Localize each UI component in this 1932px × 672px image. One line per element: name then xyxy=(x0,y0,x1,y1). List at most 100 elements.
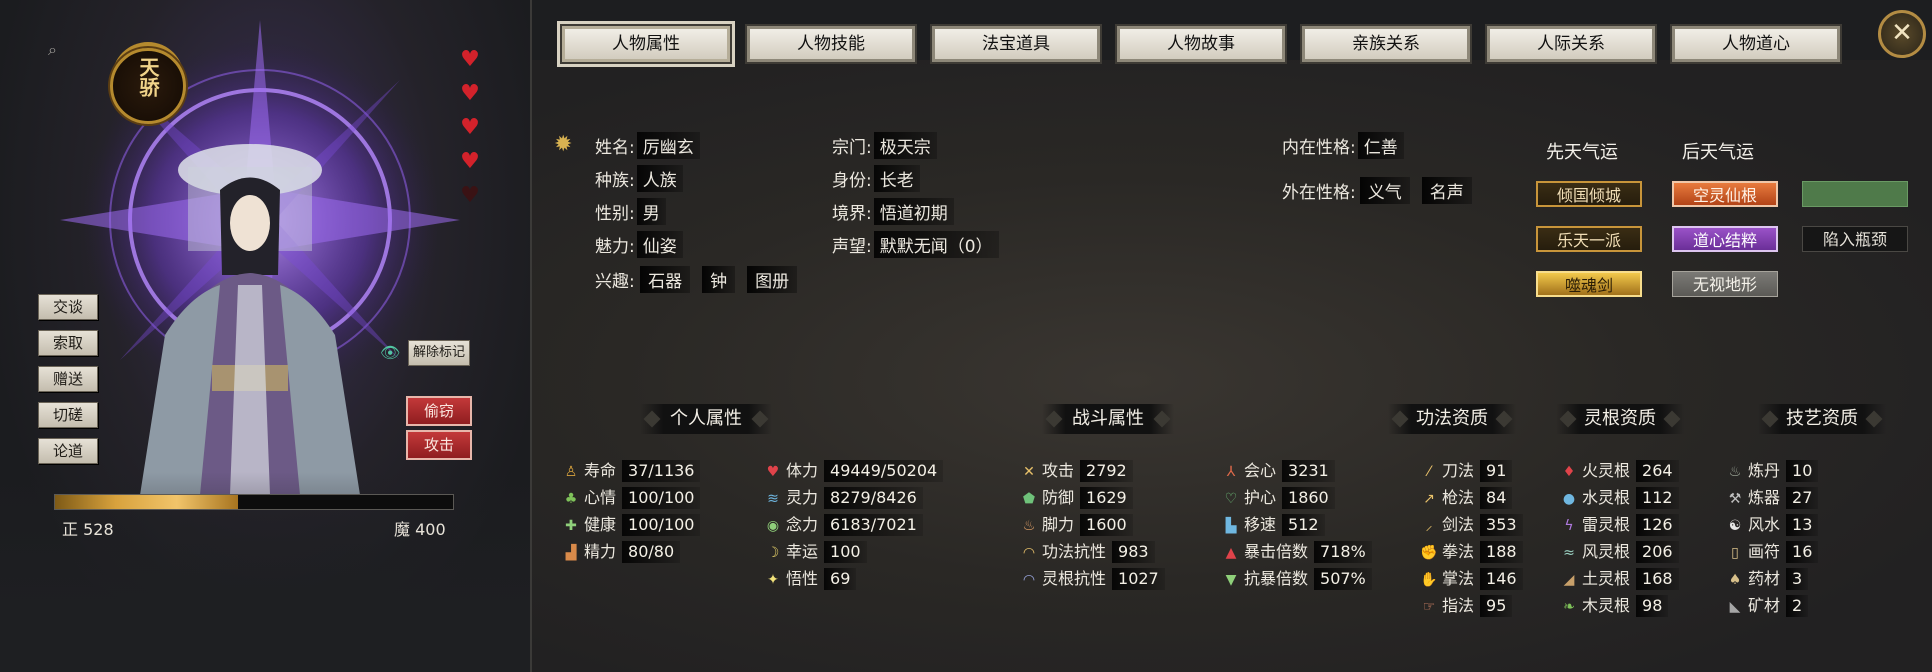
stat-row: ● 水灵根 112 xyxy=(1560,487,1679,509)
fortune-tag[interactable] xyxy=(1802,181,1908,207)
tab-skills[interactable]: 人物技能 xyxy=(745,24,917,64)
boot-speed-icon: ▙ xyxy=(1225,518,1237,534)
portrait-panel: ⌕ 天骄 ♥ ♥ ♥ ♥ ♥ 交谈 索取 赠送 切磋 论道 👁 解除标记 偷窃 … xyxy=(0,0,532,672)
stat-row: ⁄ 刀法 91 xyxy=(1420,460,1513,482)
stat-label: 土灵根 xyxy=(1582,569,1631,588)
fortune-tag[interactable]: 陷入瓶颈 xyxy=(1802,226,1908,252)
fortune-tag[interactable]: 乐天一派 xyxy=(1536,226,1642,252)
stat-value: 13 xyxy=(1786,514,1819,536)
stat-label: 功法抗性 xyxy=(1042,542,1107,561)
stat-value: 37/1136 xyxy=(622,460,701,482)
stat-label: 体力 xyxy=(786,461,819,480)
palm-icon: ✋ xyxy=(1420,572,1438,588)
stat-row: ▼ 抗暴倍数 507% xyxy=(1222,568,1372,590)
tab-story[interactable]: 人物故事 xyxy=(1115,24,1287,64)
stat-row: ≋ 灵力 8279/8426 xyxy=(764,487,923,509)
sword-icon: ⸝ xyxy=(1425,518,1433,534)
gift-button[interactable]: 赠送 xyxy=(38,366,98,392)
identity-field: 身份: 长老 xyxy=(832,165,920,192)
tab-family[interactable]: 亲族关系 xyxy=(1300,24,1472,64)
tab-dao-heart[interactable]: 人物道心 xyxy=(1670,24,1842,64)
righteous-value: 正 528 xyxy=(62,520,114,539)
character-panel: ⌕ 天骄 ♥ ♥ ♥ ♥ ♥ 交谈 索取 赠送 切磋 论道 👁 解除标记 偷窃 … xyxy=(0,0,1932,672)
stat-label: 矿材 xyxy=(1748,596,1781,615)
fortune-tag[interactable]: 无视地形 xyxy=(1672,271,1778,297)
cauldron-icon: ♨ xyxy=(1728,464,1742,480)
stat-label: 悟性 xyxy=(786,569,819,588)
stat-row: ⚒ 炼器 27 xyxy=(1726,487,1819,509)
stat-label: 寿命 xyxy=(584,461,617,480)
section-techniques: 功法资质 xyxy=(1388,404,1516,434)
stat-value: 80/80 xyxy=(622,541,681,563)
stat-value: 95 xyxy=(1480,595,1513,617)
steal-button[interactable]: 偷窃 xyxy=(406,396,472,426)
seal-text: 天骄 xyxy=(136,57,160,97)
stat-value: 16 xyxy=(1786,541,1819,563)
stat-label: 拳法 xyxy=(1442,542,1475,561)
stat-row: ♠ 药材 3 xyxy=(1726,568,1809,590)
fire-icon: ♦ xyxy=(1562,464,1576,480)
stat-row: ♨ 炼丹 10 xyxy=(1726,460,1819,482)
section-combat: 战斗属性 xyxy=(1042,404,1174,434)
stat-label: 移速 xyxy=(1244,515,1277,534)
stat-value: 2792 xyxy=(1080,460,1133,482)
magnify-icon[interactable]: ⌕ xyxy=(48,40,66,59)
attack-button[interactable]: 攻击 xyxy=(406,430,472,460)
stat-label: 剑法 xyxy=(1442,515,1475,534)
unmark-button[interactable]: 解除标记 xyxy=(408,340,470,366)
stat-row: ▯ 画符 16 xyxy=(1726,541,1819,563)
stat-label: 指法 xyxy=(1442,596,1475,615)
stat-row: ✦ 悟性 69 xyxy=(764,568,857,590)
stat-value: 69 xyxy=(824,568,857,590)
stat-label: 木灵根 xyxy=(1582,596,1631,615)
fist-icon: ✊ xyxy=(1420,545,1438,561)
talk-button[interactable]: 交谈 xyxy=(38,294,98,320)
discuss-dao-button[interactable]: 论道 xyxy=(38,438,98,464)
finger-icon: ☞ xyxy=(1422,599,1436,615)
stat-row: ♥ 体力 49449/50204 xyxy=(764,460,944,482)
heart-icon: ♥ xyxy=(460,47,480,72)
eye-icon: ◉ xyxy=(766,518,780,534)
stat-label: 会心 xyxy=(1244,461,1277,480)
acquired-fortune-title: 后天气运 xyxy=(1682,142,1754,163)
stat-label: 炼器 xyxy=(1748,488,1781,507)
heart-shield-icon: ♡ xyxy=(1224,491,1238,507)
stat-row: ✊ 拳法 188 xyxy=(1420,541,1523,563)
section-arts: 技艺资质 xyxy=(1758,404,1886,434)
thunder-icon: ϟ xyxy=(1564,518,1574,534)
stat-value: 188 xyxy=(1480,541,1523,563)
talisman-icon: ▯ xyxy=(1731,545,1739,561)
tab-treasures[interactable]: 法宝道具 xyxy=(930,24,1102,64)
heart-icon: ♥ xyxy=(460,81,480,106)
spar-button[interactable]: 切磋 xyxy=(38,402,98,428)
stat-value: 206 xyxy=(1636,541,1679,563)
tab-attributes[interactable]: 人物属性 xyxy=(560,24,732,64)
stat-label: 幸运 xyxy=(786,542,819,561)
stat-label: 画符 xyxy=(1748,542,1781,561)
stat-row: ♙ 寿命 37/1136 xyxy=(562,460,701,482)
fortune-tag[interactable]: 噬魂剑 xyxy=(1536,271,1642,297)
stat-value: 100 xyxy=(824,541,867,563)
stat-value: 146 xyxy=(1480,568,1523,590)
stat-value: 1629 xyxy=(1080,487,1133,509)
stat-label: 炼丹 xyxy=(1748,461,1781,480)
hobby-tag: 石器 xyxy=(640,266,691,293)
fortune-tag[interactable]: 道心结粹 xyxy=(1672,226,1778,252)
tab-relations[interactable]: 人际关系 xyxy=(1485,24,1657,64)
stat-value: 264 xyxy=(1636,460,1679,482)
alignment-bar-fill xyxy=(55,495,239,509)
request-button[interactable]: 索取 xyxy=(38,330,98,356)
demonic-value: 魔 400 xyxy=(394,520,446,539)
close-icon[interactable]: ✕ xyxy=(1878,10,1926,58)
fortune-tag[interactable]: 倾国倾城 xyxy=(1536,181,1642,207)
section-spirit-roots: 灵根资质 xyxy=(1556,404,1684,434)
stat-value: 983 xyxy=(1112,541,1155,563)
stat-row: ✚ 健康 100/100 xyxy=(562,514,701,536)
stat-label: 火灵根 xyxy=(1582,461,1631,480)
stat-value: 1027 xyxy=(1112,568,1165,590)
fortune-tag[interactable]: 空灵仙根 xyxy=(1672,181,1778,207)
trait-tag: 名声 xyxy=(1421,177,1472,204)
stat-label: 心情 xyxy=(584,488,617,507)
anticrit-icon: ▼ xyxy=(1225,572,1237,588)
talent-seal-badge: 天骄 xyxy=(110,48,186,124)
